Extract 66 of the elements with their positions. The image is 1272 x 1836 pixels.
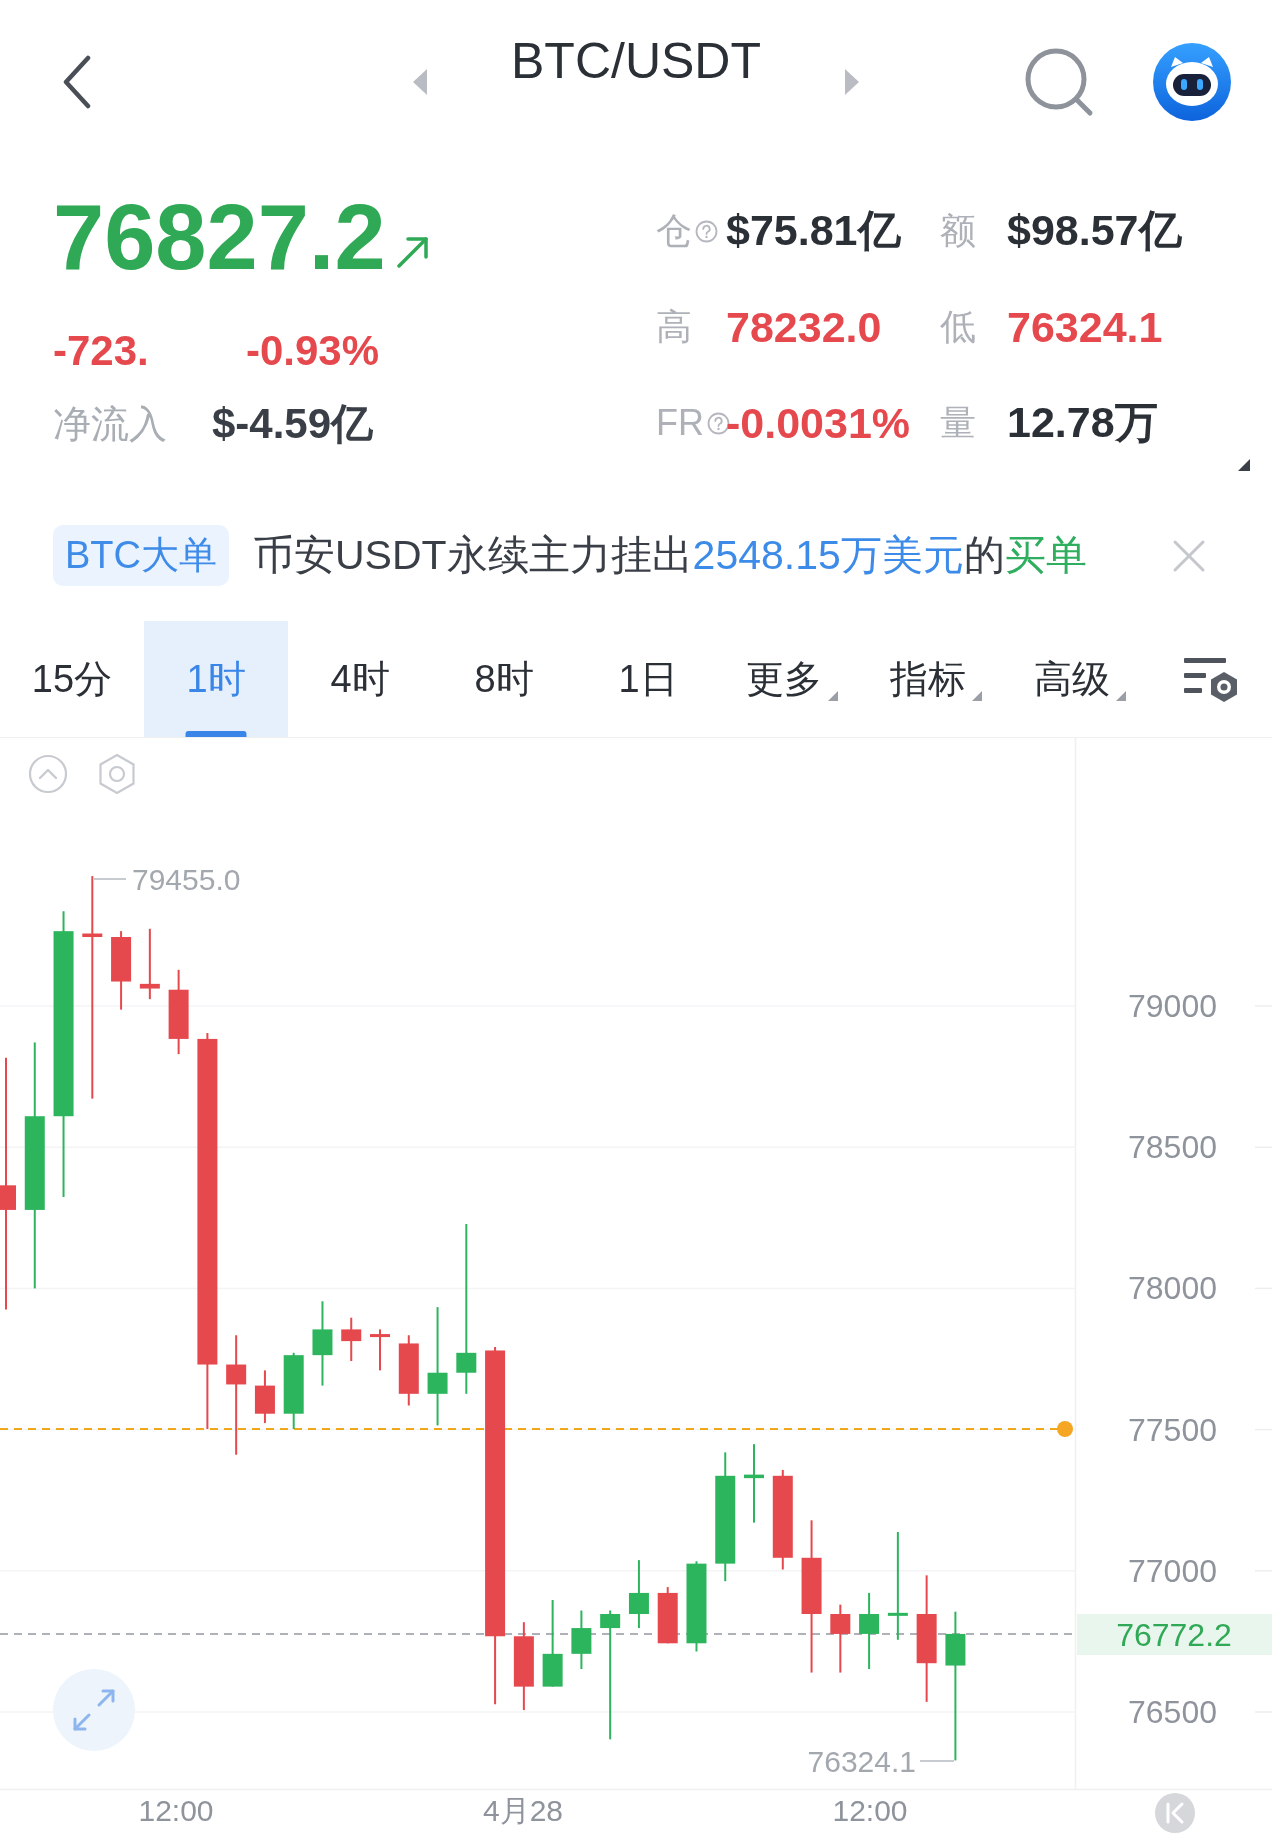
- expand-icon[interactable]: [53, 1669, 135, 1751]
- caret-icon: [828, 691, 838, 701]
- net-inflow-label: 净流入: [53, 401, 168, 447]
- alert-message: 币安USDT永续主力挂出2548.15万美元的买单: [253, 531, 1088, 580]
- candlestick: [657, 1586, 678, 1645]
- chevron-up-icon[interactable]: [28, 754, 68, 794]
- corner-triangle-icon[interactable]: [1238, 459, 1250, 471]
- x-axis-label: 4月28: [482, 1793, 564, 1827]
- stat-label: 高: [656, 304, 692, 349]
- stat-label: FR: [656, 402, 704, 444]
- settings-icon[interactable]: [99, 753, 135, 795]
- y-axis-label: 76500: [1128, 1694, 1217, 1730]
- timeframe-tab[interactable]: 15分: [0, 621, 144, 737]
- x-axis-label: 12:00: [138, 1793, 214, 1827]
- back-icon[interactable]: [62, 55, 92, 109]
- stat-value: $98.57亿: [1007, 206, 1182, 254]
- stat-value: 12.78万: [1007, 398, 1158, 446]
- low-price-label: 76324.1: [807, 1744, 916, 1778]
- last-price: 76827.2: [53, 191, 386, 283]
- pair-title: BTC/USDT: [511, 32, 761, 91]
- stat-label: 低: [940, 304, 976, 349]
- dropdown-tab[interactable]: 更多: [720, 621, 864, 737]
- stat-value: -0.0031%: [726, 398, 911, 447]
- timeframe-tab[interactable]: 8时: [432, 621, 576, 737]
- caret-right-icon[interactable]: [845, 69, 859, 95]
- stat-value: $75.81亿: [726, 206, 901, 254]
- y-axis-label: 79000: [1128, 988, 1217, 1024]
- stat-value: 78232.0: [726, 302, 882, 351]
- arrow-up-right-icon: [395, 235, 430, 269]
- help-icon[interactable]: [695, 219, 718, 243]
- category-tag: BTC大单: [53, 525, 229, 586]
- caret-left-icon[interactable]: [413, 69, 427, 95]
- y-axis-label: 78500: [1128, 1129, 1217, 1166]
- net-inflow-value: $-4.59亿: [212, 399, 374, 449]
- stat-label: 仓: [656, 208, 692, 253]
- price-alert-marker-icon[interactable]: [1057, 1421, 1073, 1437]
- dropdown-tab[interactable]: 指标: [864, 621, 1008, 737]
- y-axis-label: 77000: [1128, 1552, 1217, 1589]
- dropdown-tab[interactable]: 高级: [1008, 621, 1152, 737]
- caret-icon: [972, 691, 982, 701]
- skip-start-icon[interactable]: [1155, 1793, 1195, 1833]
- high-price-label: 79455.0: [132, 862, 241, 896]
- timeframe-tab[interactable]: 1日: [576, 621, 720, 737]
- stat-label: 量: [940, 400, 976, 445]
- timeframe-tab[interactable]: 4时: [288, 621, 432, 737]
- leader-line: [93, 878, 127, 880]
- candlestick: [830, 1603, 851, 1674]
- y-axis-label: 78000: [1128, 1270, 1217, 1307]
- chart-settings-icon[interactable]: [1184, 655, 1240, 703]
- search-icon[interactable]: [1024, 47, 1094, 117]
- close-icon[interactable]: [1172, 538, 1206, 573]
- candlestick: [628, 1559, 649, 1630]
- caret-icon: [1116, 691, 1126, 701]
- candlestick: [370, 1328, 390, 1372]
- stat-value: 76324.1: [1007, 302, 1163, 351]
- candlestick: [571, 1609, 592, 1671]
- y-axis-label: 77500: [1128, 1411, 1217, 1448]
- current-price-tag: 76772.2: [1077, 1614, 1272, 1655]
- leader-line: [919, 1760, 955, 1762]
- price-change: -723.: [53, 327, 150, 375]
- x-axis-label: 12:00: [832, 1793, 908, 1827]
- candlestick: [254, 1369, 275, 1425]
- candlestick: [341, 1316, 362, 1362]
- percent-change: -0.93%: [246, 327, 380, 375]
- stat-label: 额: [940, 208, 976, 253]
- robot-avatar-icon[interactable]: [1153, 43, 1231, 121]
